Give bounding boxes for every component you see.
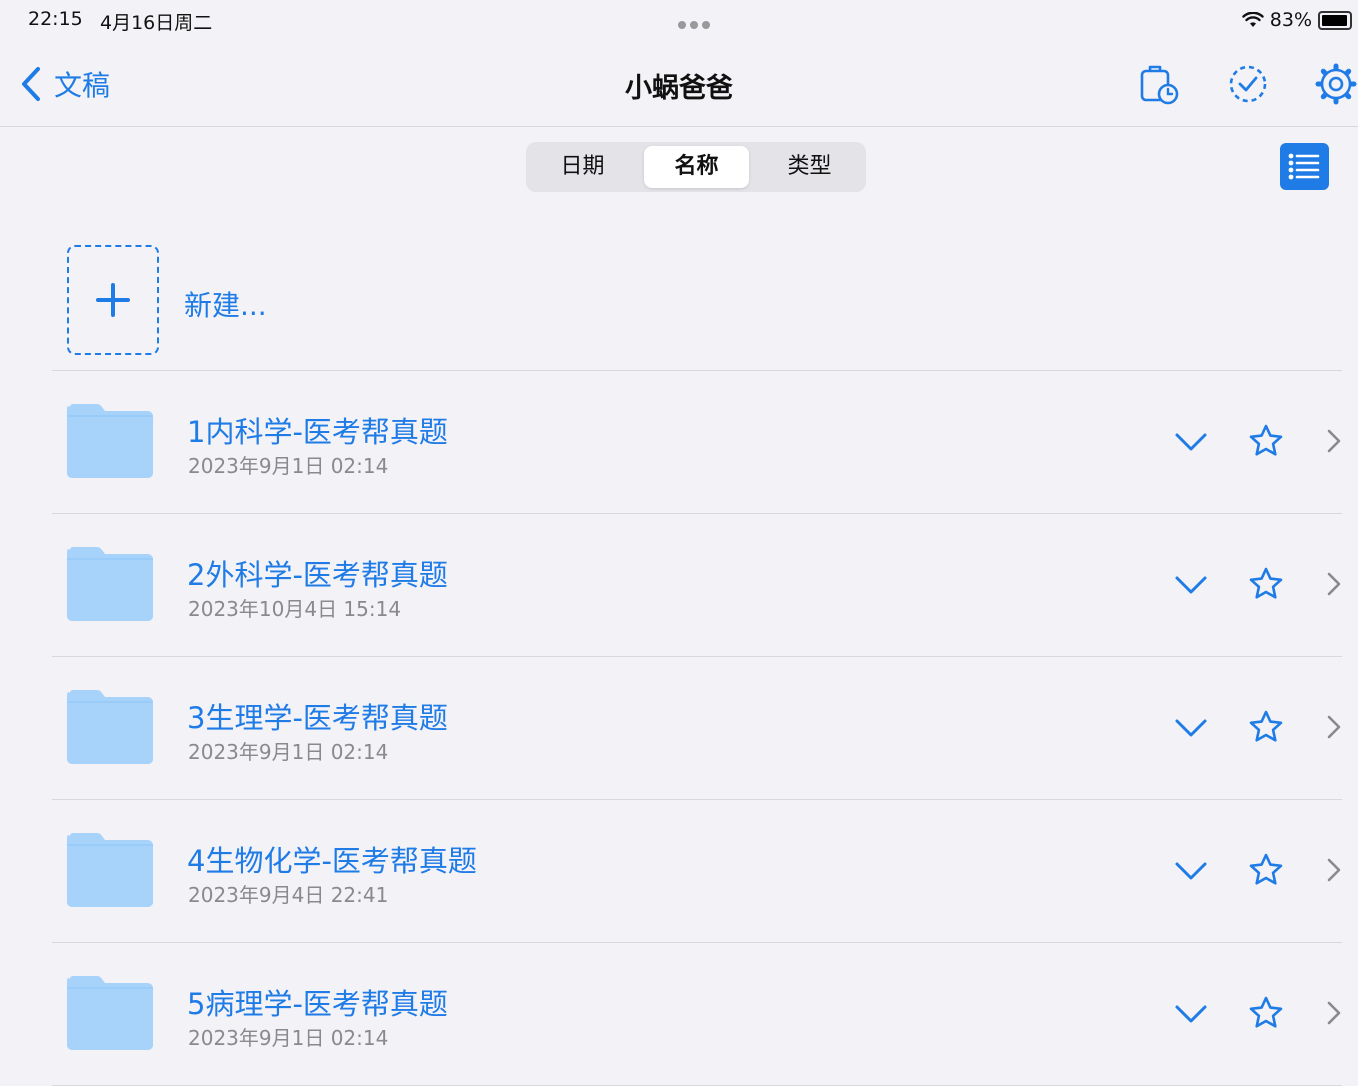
chevron-down-icon[interactable] <box>1173 709 1209 745</box>
folder-row[interactable]: 2外科学-医考帮真题 2023年10月4日 15:14 <box>52 514 1342 657</box>
plus-icon <box>96 283 130 317</box>
chevron-right-icon[interactable] <box>1318 566 1348 602</box>
folder-name: 2外科学-医考帮真题 <box>187 558 448 592</box>
star-icon[interactable] <box>1248 852 1284 888</box>
folder-date: 2023年10月4日 15:14 <box>188 597 402 621</box>
sort-by-name[interactable]: 名称 <box>644 146 749 188</box>
chevron-right-icon[interactable] <box>1318 709 1348 745</box>
sort-segmented-control: 日期 名称 类型 <box>526 142 866 192</box>
folder-row[interactable]: 5病理学-医考帮真题 2023年9月1日 02:14 <box>52 943 1342 1086</box>
chevron-down-icon[interactable] <box>1173 995 1209 1031</box>
settings-icon[interactable] <box>1314 62 1358 106</box>
folder-name: 1内科学-医考帮真题 <box>187 415 448 449</box>
folder-icon <box>67 833 153 907</box>
wifi-icon <box>1242 12 1264 27</box>
battery-percent: 83% <box>1269 9 1312 31</box>
list-view-button[interactable] <box>1280 143 1329 190</box>
new-item-label[interactable]: 新建... <box>184 284 267 324</box>
chevron-down-icon[interactable] <box>1173 566 1209 602</box>
new-item-row: 新建... <box>52 230 1342 371</box>
recent-docs-icon[interactable] <box>1136 62 1180 106</box>
folder-icon <box>67 404 153 478</box>
folder-row[interactable]: 1内科学-医考帮真题 2023年9月1日 02:14 <box>52 371 1342 514</box>
folder-icon <box>67 547 153 621</box>
folder-row[interactable]: 4生物化学-医考帮真题 2023年9月4日 22:41 <box>52 800 1342 943</box>
chevron-right-icon[interactable] <box>1318 995 1348 1031</box>
folder-name: 5病理学-医考帮真题 <box>187 987 448 1021</box>
status-bar: 22:15 4月16日周二 83% <box>0 0 1358 40</box>
folder-name: 3生理学-医考帮真题 <box>187 701 448 735</box>
folder-date: 2023年9月4日 22:41 <box>188 883 389 907</box>
select-icon[interactable] <box>1226 62 1270 106</box>
status-right: 83% <box>1242 8 1352 32</box>
star-icon[interactable] <box>1248 709 1284 745</box>
nav-bar: 文稿 小蜗爸爸 <box>0 48 1358 127</box>
chevron-down-icon[interactable] <box>1173 852 1209 888</box>
folder-name: 4生物化学-医考帮真题 <box>187 844 477 878</box>
battery-icon <box>1318 10 1352 30</box>
star-icon[interactable] <box>1248 995 1284 1031</box>
sort-by-date[interactable]: 日期 <box>530 146 635 188</box>
folder-row[interactable]: 3生理学-医考帮真题 2023年9月1日 02:14 <box>52 657 1342 800</box>
folder-list: 1内科学-医考帮真题 2023年9月1日 02:14 2外科学-医考帮真题 20… <box>52 371 1342 1086</box>
folder-icon <box>67 976 153 1050</box>
folder-date: 2023年9月1日 02:14 <box>188 1026 389 1050</box>
folder-date: 2023年9月1日 02:14 <box>188 740 389 764</box>
new-document-button[interactable] <box>67 245 159 355</box>
status-time: 22:15 <box>28 8 83 30</box>
status-date: 4月16日周二 <box>100 12 213 34</box>
star-icon[interactable] <box>1248 423 1284 459</box>
star-icon[interactable] <box>1248 566 1284 602</box>
folder-date: 2023年9月1日 02:14 <box>188 454 389 478</box>
chevron-right-icon[interactable] <box>1318 852 1348 888</box>
sort-by-type[interactable]: 类型 <box>757 146 862 188</box>
list-icon <box>1288 153 1320 180</box>
multitasking-dots-icon[interactable] <box>678 14 714 33</box>
chevron-down-icon[interactable] <box>1173 423 1209 459</box>
chevron-right-icon[interactable] <box>1318 423 1348 459</box>
folder-icon <box>67 690 153 764</box>
